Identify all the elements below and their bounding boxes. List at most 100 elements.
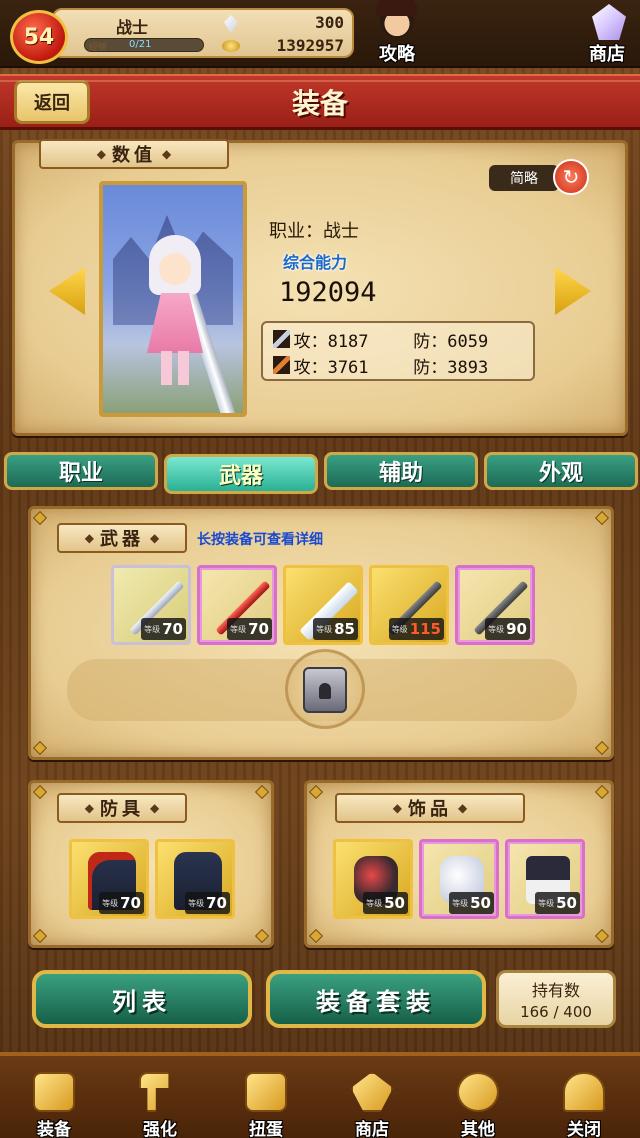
nav-other[interactable]: 其他 — [428, 1070, 528, 1138]
armor-slot-1[interactable]: 等级 70 — [69, 839, 149, 919]
weapon-slot-3[interactable]: 等级 85 — [283, 565, 363, 645]
item-level-badge: 等级 50 — [535, 892, 580, 914]
physical-defense: 防：6059 — [413, 331, 489, 352]
level-prefix: 等级 — [538, 898, 555, 908]
tab-job[interactable]: 职业 — [4, 452, 158, 490]
item-level: 70 — [120, 894, 141, 912]
gold-count: 1392957 — [276, 36, 344, 55]
weapon-panel: ◆ 武器 ◆ 长按装备可查看详细 等级 70 等级 70 等级 85 等级 115 等级 90 — [28, 506, 614, 760]
hammer-icon — [139, 1072, 169, 1112]
magic-attack: 攻：3761 — [293, 357, 369, 378]
level-prefix: 等级 — [102, 898, 119, 908]
top-status-bar: 战士 經驗 0/21 300 1392957 54 攻略 商店 — [0, 0, 640, 68]
crystal-count: 300 — [315, 13, 344, 32]
character-face — [159, 253, 191, 285]
nav-label: 商店 — [355, 1120, 389, 1138]
item-level-badge: 等级 50 — [449, 892, 494, 914]
shop-gem-icon — [592, 4, 626, 40]
accessory-slot-2[interactable]: 等级 50 — [419, 839, 499, 919]
owned-label: 持有数 — [531, 981, 580, 1000]
item-level: 50 — [470, 894, 491, 912]
gacha-icon — [245, 1072, 287, 1112]
power-label: 综合能力 — [283, 253, 348, 272]
lock-icon[interactable] — [303, 667, 347, 713]
power-value: 192094 — [279, 277, 377, 308]
stats-section-label: ◆ 数值 ◆ — [39, 139, 229, 169]
item-level-badge: 等级 70 — [227, 618, 272, 640]
level-prefix: 等级 — [391, 624, 408, 634]
guide-button[interactable]: 攻略 — [362, 0, 432, 66]
character-legs — [161, 351, 189, 385]
corner-gem-icon — [32, 740, 48, 756]
accessory-slot-3[interactable]: 等级 50 — [505, 839, 585, 919]
sword-icon — [273, 330, 290, 348]
corner-gem-icon — [254, 928, 270, 944]
nav-label: 其他 — [461, 1120, 495, 1138]
nav-close[interactable]: 关闭 — [534, 1070, 634, 1138]
item-level-badge: 等级 50 — [363, 892, 408, 914]
item-level: 85 — [334, 620, 355, 638]
armor-panel: ◆ 防具 ◆ 等级 70 等级 70 — [28, 780, 274, 948]
corner-gem-icon — [594, 740, 610, 756]
player-name: 战士 — [116, 18, 149, 37]
list-button[interactable]: 列表 — [32, 970, 252, 1028]
diamond-icon: ◆ — [96, 147, 106, 161]
diamond-icon: ◆ — [84, 801, 94, 815]
prev-character-arrow-icon[interactable] — [49, 267, 85, 315]
armor-section-label: ◆ 防具 ◆ — [57, 793, 187, 823]
level-prefix: 等级 — [452, 898, 469, 908]
level-prefix: 等级 — [144, 624, 161, 634]
equipment-set-button[interactable]: 装备套装 — [266, 970, 486, 1028]
accessory-slot-1[interactable]: 等级 50 — [333, 839, 413, 919]
magic-stats-row: 攻：3761 防：3893 — [273, 353, 533, 378]
item-level-badge: 等级 90 — [485, 618, 530, 640]
weapon-slot-4[interactable]: 等级 115 — [369, 565, 449, 645]
refresh-icon[interactable]: ↻ — [553, 159, 589, 195]
player-stat-panel: 战士 經驗 0/21 300 1392957 — [52, 8, 354, 58]
next-character-arrow-icon[interactable] — [555, 267, 591, 315]
page-title: 装备 — [291, 87, 348, 120]
corner-gem-icon — [594, 784, 610, 800]
close-icon — [563, 1072, 605, 1112]
item-level: 50 — [384, 894, 405, 912]
weapon-section-label: ◆ 武器 ◆ — [57, 523, 187, 553]
nav-label: 装备 — [37, 1120, 71, 1138]
item-level-badge: 等级 70 — [99, 892, 144, 914]
exp-label: 經驗 — [89, 43, 108, 53]
nav-shop[interactable]: 商店 — [322, 1070, 422, 1138]
shop-button[interactable]: 商店 — [572, 0, 640, 66]
nav-enhance[interactable]: 强化 — [110, 1070, 210, 1138]
diamond-icon: ◆ — [392, 801, 402, 815]
staff-icon — [273, 356, 290, 374]
corner-gem-icon — [308, 784, 324, 800]
player-level-badge: 54 — [10, 10, 68, 64]
tab-weapon[interactable]: 武器 — [164, 454, 318, 494]
item-level: 70 — [162, 620, 183, 638]
item-level: 90 — [506, 620, 527, 638]
armor-slot-2[interactable]: 等级 70 — [155, 839, 235, 919]
tab-appearance[interactable]: 外观 — [484, 452, 638, 490]
weapon-slot-5[interactable]: 等级 90 — [455, 565, 535, 645]
accessory-panel: ◆ 饰品 ◆ 等级 50 等级 50 等级 50 — [304, 780, 614, 948]
level-prefix: 等级 — [188, 898, 205, 908]
gear-icon — [457, 1072, 499, 1112]
nav-gacha[interactable]: 扭蛋 — [216, 1070, 316, 1138]
owned-count-box: 持有数 166 / 400 — [496, 970, 616, 1028]
nav-equipment[interactable]: 装备 — [4, 1070, 104, 1138]
crystal-icon — [224, 15, 238, 33]
shop-label: 商店 — [589, 44, 625, 65]
stats-section-text: 数值 — [112, 145, 156, 166]
corner-gem-icon — [594, 510, 610, 526]
tab-support[interactable]: 辅助 — [324, 452, 478, 490]
diamond-icon: ◆ — [84, 531, 94, 545]
diamond-icon: ◆ — [162, 147, 172, 161]
diamond-icon: ◆ — [458, 801, 468, 815]
nav-label: 强化 — [143, 1120, 177, 1138]
weapon-slot-1[interactable]: 等级 70 — [111, 565, 191, 645]
weapon-slot-2[interactable]: 等级 70 — [197, 565, 277, 645]
long-press-hint: 长按装备可查看详细 — [197, 532, 323, 548]
item-level: 70 — [248, 620, 269, 638]
brief-toggle-button[interactable]: 简略 — [489, 165, 559, 191]
corner-gem-icon — [32, 928, 48, 944]
item-level-badge: 等级 70 — [141, 618, 186, 640]
